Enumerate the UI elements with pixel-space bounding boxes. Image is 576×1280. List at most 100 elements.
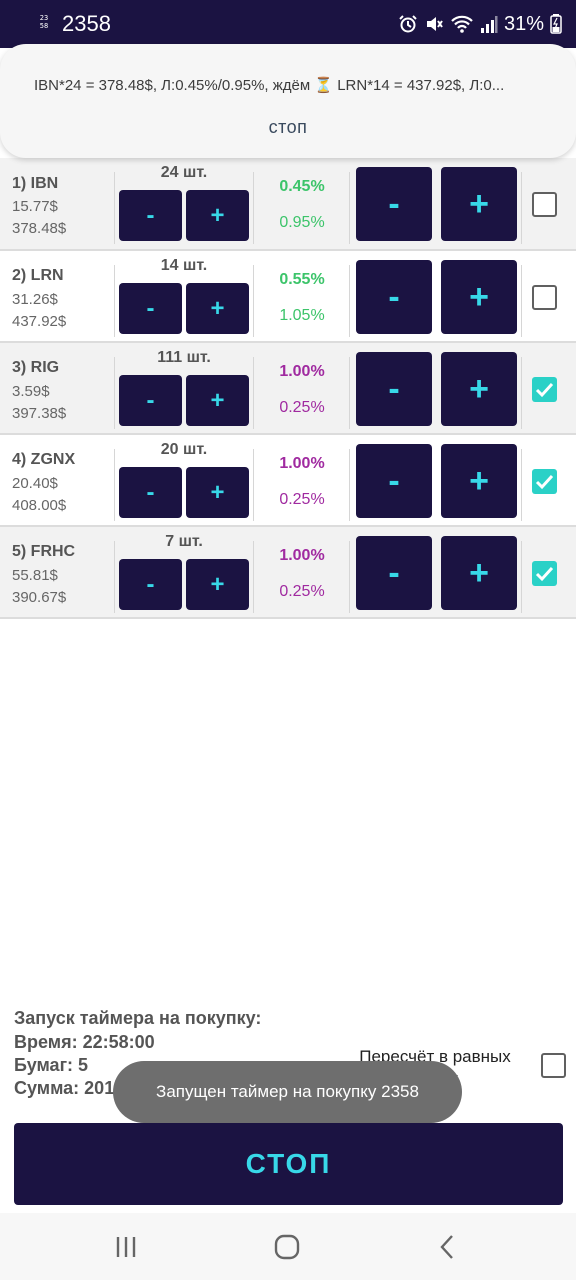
- quantity-label: 14 шт.: [160, 257, 208, 274]
- status-bar-time: 2358: [62, 11, 111, 36]
- row-checkbox[interactable]: [532, 469, 557, 494]
- ticker-price: 31.26$: [12, 291, 58, 308]
- qty-plus-button[interactable]: +: [186, 283, 249, 334]
- checkmark-icon: [535, 566, 554, 582]
- divider: [253, 357, 254, 429]
- divider: [521, 172, 522, 244]
- ticker-sum: 437.92$: [12, 313, 67, 330]
- recalc-checkbox[interactable]: [541, 1053, 566, 1078]
- ticker-sum: 378.48$: [12, 220, 67, 237]
- timer-time: Время: 22:58:00: [14, 1032, 155, 1052]
- signal-icon: [480, 14, 498, 34]
- checkmark-icon: [535, 382, 554, 398]
- percent-minus-button[interactable]: -: [356, 260, 432, 334]
- divider: [114, 541, 115, 613]
- stock-row: 3) RIG 3.59$ 397.38$ 111 шт. - +1.00% 0.25% - +: [0, 343, 576, 435]
- ticker-name: 3) RIG: [12, 359, 60, 376]
- percent-plus-button[interactable]: +: [441, 352, 517, 426]
- notification-text: IBN*24 = 378.48$, Л:0.45%/0.95%, ждём ⏳ …: [34, 77, 505, 94]
- percent-minus-button[interactable]: -: [356, 444, 432, 518]
- ticker-sum: 408.00$: [12, 497, 67, 514]
- battery-percent: 31%: [503, 12, 544, 35]
- divider: [349, 541, 350, 613]
- quantity-label: 7 шт.: [165, 533, 203, 550]
- qty-minus-button[interactable]: -: [119, 190, 182, 241]
- ticker-price: 15.77$: [12, 198, 58, 215]
- percent-minus-button[interactable]: -: [356, 536, 432, 610]
- home-icon[interactable]: [271, 1231, 303, 1263]
- ticker-name: 4) ZGNX: [12, 451, 76, 468]
- row-checkbox[interactable]: [532, 377, 557, 402]
- wifi-icon: [450, 14, 474, 34]
- checkmark-icon: [535, 474, 554, 490]
- percent-minus-button[interactable]: -: [356, 352, 432, 426]
- divider: [253, 172, 254, 244]
- limit-percent-primary: 1.00%: [279, 547, 325, 564]
- qty-minus-button[interactable]: -: [119, 283, 182, 334]
- qty-plus-button[interactable]: +: [186, 375, 249, 426]
- stock-row: 2) LRN 31.26$ 437.92$ 14 шт. - +0.55% 1.05% - +: [0, 251, 576, 343]
- ticker-sum: 397.38$: [12, 405, 67, 422]
- qty-plus-button[interactable]: +: [186, 190, 249, 241]
- row-checkbox[interactable]: [532, 285, 557, 310]
- navigation-bar: [0, 1213, 576, 1280]
- toast-message: Запущен таймер на покупку 2358: [113, 1061, 462, 1123]
- qty-minus-button[interactable]: -: [119, 467, 182, 518]
- ticker-sum: 390.67$: [12, 589, 67, 606]
- qty-minus-button[interactable]: -: [119, 375, 182, 426]
- stop-button[interactable]: СТОП: [14, 1123, 563, 1205]
- percent-plus-button[interactable]: +: [441, 167, 517, 241]
- stock-row: 4) ZGNX 20.40$ 408.00$ 20 шт. - +1.00% 0.25% - +: [0, 435, 576, 527]
- timer-title: Запуск таймера на покупку:: [14, 1008, 262, 1028]
- row-checkbox[interactable]: [532, 561, 557, 586]
- recent-apps-icon[interactable]: [110, 1231, 142, 1263]
- divider: [253, 449, 254, 521]
- timer-papers: Бумаг: 5: [14, 1055, 89, 1075]
- percent-plus-button[interactable]: +: [441, 444, 517, 518]
- stock-row: 5) FRHC 55.81$ 390.67$ 7 шт. - +1.00% 0.25% - +: [0, 527, 576, 619]
- qty-plus-button[interactable]: +: [186, 559, 249, 610]
- limit-percent-secondary: 1.05%: [279, 307, 325, 324]
- battery-icon: [550, 14, 562, 34]
- divider: [349, 265, 350, 337]
- divider: [521, 265, 522, 337]
- ticker-price: 20.40$: [12, 475, 58, 492]
- limit-percent-primary: 1.00%: [279, 455, 325, 472]
- ticker-price: 3.59$: [12, 383, 50, 400]
- divider: [114, 357, 115, 429]
- status-icons: 31%: [398, 12, 562, 36]
- mute-icon: [424, 14, 444, 34]
- divider: [521, 357, 522, 429]
- notification-stop-button[interactable]: стоп: [0, 117, 576, 138]
- stock-row: 1) IBN 15.77$ 378.48$ 24 шт. - +0.45% 0.95% - +: [0, 158, 576, 251]
- limit-percent-secondary: 0.25%: [279, 399, 325, 416]
- quantity-label: 20 шт.: [160, 441, 208, 458]
- limit-percent-secondary: 0.95%: [279, 214, 325, 231]
- stock-list: 1) IBN 15.77$ 378.48$ 24 шт. - +0.45% 0.95% - +2…: [0, 158, 576, 619]
- qty-minus-button[interactable]: -: [119, 559, 182, 610]
- percent-minus-button[interactable]: -: [356, 167, 432, 241]
- ticker-name: 5) FRHC: [12, 543, 76, 560]
- divider: [349, 357, 350, 429]
- percent-plus-button[interactable]: +: [441, 260, 517, 334]
- divider: [114, 172, 115, 244]
- limit-percent-primary: 0.55%: [279, 271, 325, 288]
- ticker-name: 2) LRN: [12, 267, 64, 284]
- percent-plus-button[interactable]: +: [441, 536, 517, 610]
- status-bar: 23 58 2358 31%: [0, 0, 576, 48]
- limit-percent-secondary: 0.25%: [279, 491, 325, 508]
- ticker-price: 55.81$: [12, 567, 58, 584]
- limit-percent-primary: 0.45%: [279, 178, 325, 195]
- ticker-name: 1) IBN: [12, 175, 59, 192]
- back-icon[interactable]: [432, 1231, 464, 1263]
- app-notification-icon: 23 58: [39, 14, 49, 30]
- divider: [521, 449, 522, 521]
- limit-percent-secondary: 0.25%: [279, 583, 325, 600]
- divider: [114, 265, 115, 337]
- qty-plus-button[interactable]: +: [186, 467, 249, 518]
- row-checkbox[interactable]: [532, 192, 557, 217]
- alarm-icon: [398, 14, 418, 34]
- limit-percent-primary: 1.00%: [279, 363, 325, 380]
- divider: [349, 172, 350, 244]
- notification-card[interactable]: IBN*24 = 378.48$, Л:0.45%/0.95%, ждём ⏳ …: [0, 44, 576, 158]
